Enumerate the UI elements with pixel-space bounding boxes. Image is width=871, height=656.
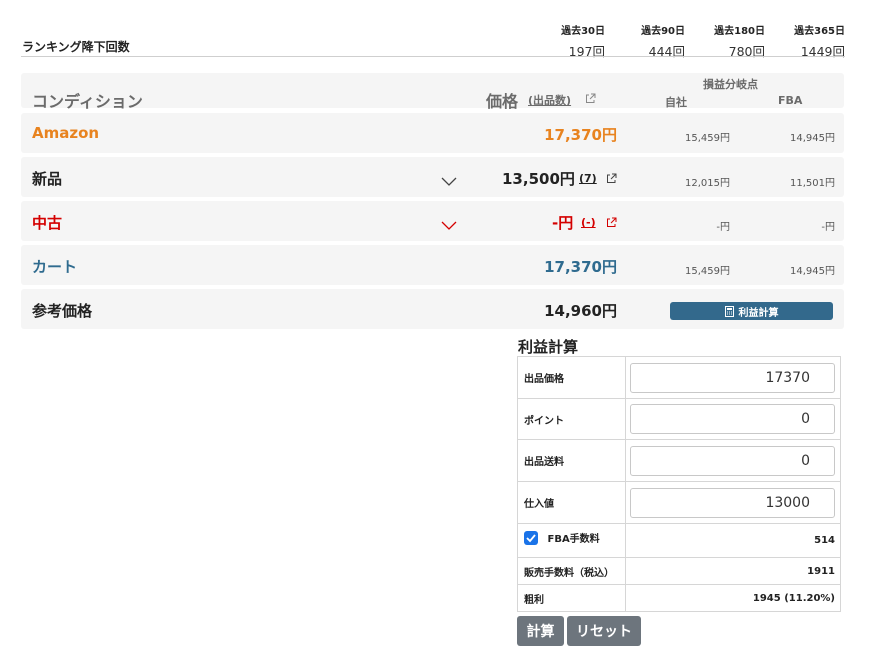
fba-fee-value: 514 bbox=[625, 523, 841, 558]
gross-profit-label: 粗利 bbox=[517, 584, 626, 612]
header-condition: コンディション bbox=[32, 92, 143, 111]
period-label: 過去30日 bbox=[561, 26, 605, 37]
chevron-down-icon[interactable] bbox=[441, 172, 457, 186]
field-label: 仕入値 bbox=[517, 481, 626, 524]
field-label: ポイント bbox=[517, 398, 626, 440]
ranking-title: ランキング降下回数 bbox=[22, 40, 130, 54]
sales-fee-value: 1911 bbox=[625, 557, 841, 585]
calc-row-sales-fee: 販売手数料（税込） 1911 bbox=[517, 557, 841, 585]
header-listing-count-link[interactable]: (出品数) bbox=[528, 92, 571, 108]
row-price: 17,370円 bbox=[544, 126, 617, 144]
row-self-breakeven: 15,459円 bbox=[685, 133, 730, 144]
calc-row-listing-price: 出品価格 bbox=[517, 356, 841, 399]
profit-calc-button-label: 利益計算 bbox=[738, 307, 779, 319]
row-price: 13,500円 bbox=[502, 170, 575, 188]
header-fba: FBA bbox=[778, 94, 803, 107]
row-label: Amazon bbox=[32, 124, 100, 142]
fba-fee-label: FBA手数料 bbox=[547, 534, 600, 545]
ranking-period-365: 過去365日 1449回 bbox=[781, 22, 845, 60]
calc-row-points: ポイント bbox=[517, 398, 841, 440]
row-price: 14,960円 bbox=[544, 302, 617, 320]
period-value: 780回 bbox=[728, 44, 765, 59]
row-self-breakeven: 15,459円 bbox=[685, 266, 730, 277]
period-value: 444回 bbox=[648, 44, 685, 59]
row-fba-breakeven: 14,945円 bbox=[790, 133, 835, 144]
row-count-link[interactable]: (7) bbox=[579, 172, 597, 185]
points-input[interactable] bbox=[630, 404, 835, 434]
ranking-period-90: 過去90日 444回 bbox=[621, 22, 685, 60]
ranking-divider bbox=[21, 56, 845, 57]
row-label: 中古 bbox=[32, 214, 63, 232]
sales-fee-label: 販売手数料（税込） bbox=[517, 557, 626, 585]
profit-calc-table: 出品価格 ポイント 出品送料 仕入値 FBA手数料 514 販売手数料（税込） … bbox=[517, 356, 841, 612]
field-label: 出品価格 bbox=[517, 356, 626, 399]
row-label: カート bbox=[32, 258, 78, 276]
row-price: 17,370円 bbox=[544, 258, 617, 276]
profit-calc-title: 利益計算 bbox=[518, 338, 579, 356]
period-label: 過去180日 bbox=[714, 26, 765, 37]
reset-button[interactable]: リセット bbox=[567, 616, 641, 646]
row-fba-breakeven: 11,501円 bbox=[790, 178, 835, 189]
row-label: 新品 bbox=[32, 170, 63, 188]
header-breakeven: 損益分岐点 bbox=[703, 78, 758, 91]
gross-profit-value: 1945 (11.20%) bbox=[625, 584, 841, 612]
row-self-breakeven: -円 bbox=[716, 222, 730, 233]
header-self: 自社 bbox=[665, 96, 687, 109]
row-label: 参考価格 bbox=[32, 302, 93, 320]
external-link-icon[interactable] bbox=[606, 169, 617, 188]
row-fba-breakeven: 14,945円 bbox=[790, 266, 835, 277]
calc-row-fba-fee: FBA手数料 514 bbox=[517, 523, 841, 558]
cost-input[interactable] bbox=[630, 487, 835, 518]
row-count-link[interactable]: (-) bbox=[581, 216, 596, 229]
ranking-period-180: 過去180日 780回 bbox=[701, 22, 765, 60]
calc-row-shipping: 出品送料 bbox=[517, 439, 841, 482]
calc-row-gross-profit: 粗利 1945 (11.20%) bbox=[517, 584, 841, 612]
calculator-icon bbox=[724, 305, 734, 317]
external-link-icon[interactable] bbox=[606, 213, 617, 232]
period-value: 197回 bbox=[568, 44, 605, 59]
chevron-down-icon[interactable] bbox=[441, 216, 457, 230]
row-self-breakeven: 12,015円 bbox=[685, 178, 730, 189]
period-label: 過去365日 bbox=[794, 26, 845, 37]
row-price: -円 bbox=[552, 214, 574, 232]
shipping-input[interactable] bbox=[630, 445, 835, 476]
calculate-button[interactable]: 計算 bbox=[517, 616, 564, 646]
fba-fee-checkbox[interactable] bbox=[524, 531, 538, 545]
period-label: 過去90日 bbox=[641, 26, 685, 37]
ranking-period-30: 過去30日 197回 bbox=[541, 22, 605, 60]
header-price: 価格 bbox=[486, 92, 519, 111]
row-fba-breakeven: -円 bbox=[821, 222, 835, 233]
period-value: 1449回 bbox=[800, 44, 845, 59]
calc-row-cost: 仕入値 bbox=[517, 481, 841, 524]
profit-calc-button[interactable]: 利益計算 bbox=[670, 302, 833, 320]
field-label: 出品送料 bbox=[517, 439, 626, 482]
external-link-icon[interactable] bbox=[585, 89, 596, 108]
listing-price-input[interactable] bbox=[630, 362, 835, 393]
